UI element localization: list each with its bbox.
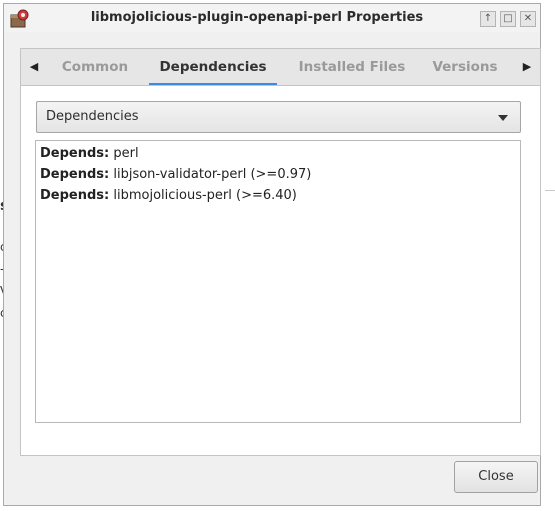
dependency-package: libmojolicious-perl (>=6.40) [109, 188, 297, 203]
maximize-icon[interactable]: ↑ [480, 11, 496, 27]
chevron-down-icon [498, 115, 508, 121]
scroll-tabs-right-icon[interactable]: ▶ [514, 49, 540, 85]
dependency-list[interactable]: Depends: perl Depends: libjson-validator… [35, 140, 521, 423]
dependency-package: perl [109, 146, 139, 161]
properties-dialog: libmojolicious-plugin-openapi-perl Prope… [3, 3, 541, 506]
tab-strip: ◀ Common Dependencies Installed Files Ve… [20, 48, 541, 86]
restore-icon[interactable]: □ [500, 11, 516, 27]
title-bar[interactable]: libmojolicious-plugin-openapi-perl Prope… [4, 4, 540, 32]
dependency-kind: Depends: [40, 188, 110, 203]
tab-installed-files[interactable]: Installed Files [289, 49, 415, 85]
close-window-icon[interactable]: ✕ [520, 11, 536, 27]
scroll-tabs-left-icon[interactable]: ◀ [21, 49, 47, 85]
dependency-kind: Depends: [40, 146, 110, 161]
list-item[interactable]: Depends: libjson-validator-perl (>=0.97) [40, 164, 516, 185]
close-button[interactable]: Close [454, 461, 538, 493]
properties-notebook: ◀ Common Dependencies Installed Files Ve… [20, 48, 541, 456]
background-divider [545, 190, 555, 191]
dependency-type-value: Dependencies [46, 109, 139, 124]
dependency-type-select[interactable]: Dependencies [36, 101, 521, 133]
dependency-kind: Depends: [40, 167, 110, 182]
window-title: libmojolicious-plugin-openapi-perl Prope… [90, 10, 424, 25]
list-item[interactable]: Depends: libmojolicious-perl (>=6.40) [40, 185, 516, 206]
tab-common[interactable]: Common [51, 49, 139, 85]
dependencies-page: Dependencies Depends: perl Depends: libj… [20, 85, 541, 456]
tab-dependencies[interactable]: Dependencies [149, 49, 277, 86]
dependency-package: libjson-validator-perl (>=0.97) [109, 167, 312, 182]
list-item[interactable]: Depends: perl [40, 143, 516, 164]
tab-versions[interactable]: Versions [425, 49, 505, 85]
